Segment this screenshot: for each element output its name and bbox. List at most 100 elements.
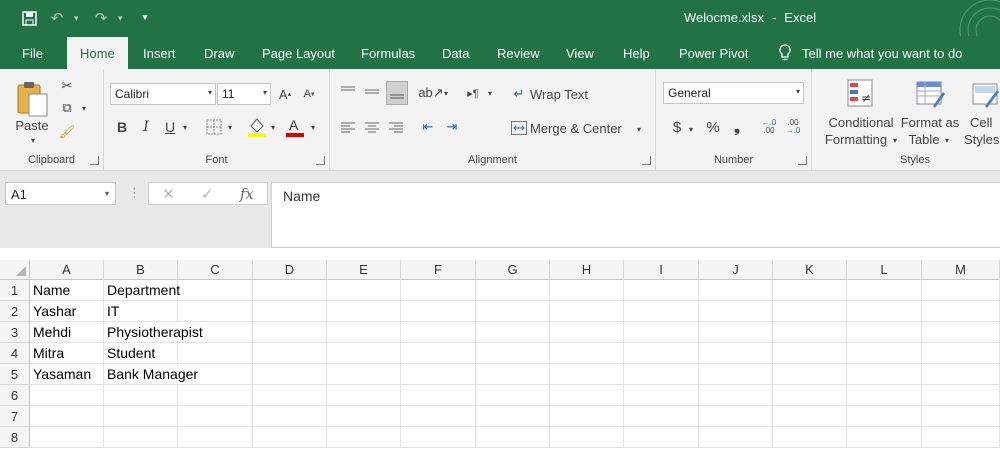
empty-cell[interactable]	[401, 280, 476, 301]
empty-cell[interactable]	[253, 322, 327, 343]
merge-center-button[interactable]: Merge & Center	[530, 119, 622, 137]
empty-cell[interactable]	[699, 364, 773, 385]
empty-cell[interactable]	[922, 322, 1000, 343]
column-header-a[interactable]: A	[30, 260, 104, 280]
empty-cell[interactable]	[699, 343, 773, 364]
tab-view[interactable]: View	[566, 46, 594, 61]
empty-cell[interactable]	[178, 385, 253, 406]
paste-icon[interactable]	[12, 77, 52, 121]
empty-cell[interactable]	[550, 385, 624, 406]
empty-cell[interactable]	[847, 364, 922, 385]
top-align-icon[interactable]	[338, 81, 358, 101]
empty-cell[interactable]	[699, 301, 773, 322]
cell-b2[interactable]: IT	[104, 301, 178, 322]
copy-dropdown-icon[interactable]: ▾	[80, 101, 88, 115]
cell-a7[interactable]	[30, 406, 104, 427]
empty-cell[interactable]	[253, 427, 327, 448]
conditional-formatting-dropdown-icon[interactable]: ▾	[891, 135, 899, 145]
cell-styles-line2[interactable]: Styles	[964, 132, 1000, 147]
tab-review[interactable]: Review	[497, 46, 540, 61]
column-header-l[interactable]: L	[847, 260, 922, 280]
empty-cell[interactable]	[476, 322, 550, 343]
increase-decimal-button[interactable]: ←.0.00	[758, 117, 780, 137]
align-center-icon[interactable]	[362, 117, 382, 137]
tab-data[interactable]: Data	[442, 46, 469, 61]
paste-button-label[interactable]: Paste	[14, 117, 50, 133]
number-format-dropdown-icon[interactable]: ▾	[796, 87, 800, 96]
empty-cell[interactable]	[922, 343, 1000, 364]
empty-cell[interactable]	[773, 301, 847, 322]
name-box[interactable]: A1 ▾	[5, 182, 116, 205]
save-icon[interactable]	[18, 8, 40, 28]
formula-input[interactable]: Name	[271, 182, 1000, 248]
row-header[interactable]: 8	[0, 427, 30, 448]
orientation-dropdown-icon[interactable]: ▾	[442, 87, 450, 99]
format-as-table-dropdown-icon[interactable]: ▾	[943, 135, 951, 145]
empty-cell[interactable]	[773, 427, 847, 448]
empty-cell[interactable]	[773, 280, 847, 301]
number-format-box[interactable]: General ▾	[663, 82, 804, 104]
empty-cell[interactable]	[624, 385, 699, 406]
column-header-c[interactable]: C	[178, 260, 253, 280]
empty-cell[interactable]	[476, 364, 550, 385]
font-launcher-icon[interactable]	[316, 156, 325, 165]
font-color-icon[interactable]: A	[284, 115, 306, 139]
empty-cell[interactable]	[327, 322, 401, 343]
format-as-table-icon[interactable]	[913, 77, 947, 109]
cell-a4[interactable]: Mitra	[30, 343, 104, 364]
empty-cell[interactable]	[476, 343, 550, 364]
currency-button[interactable]: $	[668, 117, 686, 137]
empty-cell[interactable]	[624, 301, 699, 322]
empty-cell[interactable]	[847, 322, 922, 343]
underline-dropdown-icon[interactable]: ▾	[181, 121, 189, 133]
bold-button[interactable]: B	[112, 117, 132, 137]
cell-a8[interactable]	[30, 427, 104, 448]
empty-cell[interactable]	[401, 364, 476, 385]
format-painter-icon[interactable]: 🖌	[58, 123, 76, 141]
cell-a1[interactable]: Name	[30, 280, 104, 301]
increase-indent-icon[interactable]: ⇥	[442, 117, 462, 137]
empty-cell[interactable]	[253, 364, 327, 385]
empty-cell[interactable]	[327, 385, 401, 406]
column-header-f[interactable]: F	[401, 260, 476, 280]
empty-cell[interactable]	[178, 406, 253, 427]
empty-cell[interactable]	[922, 385, 1000, 406]
empty-cell[interactable]	[847, 301, 922, 322]
empty-cell[interactable]	[699, 385, 773, 406]
empty-cell[interactable]	[327, 343, 401, 364]
empty-cell[interactable]	[773, 322, 847, 343]
bottom-align-icon[interactable]	[386, 81, 408, 105]
cell-b8[interactable]	[104, 427, 178, 448]
font-name-dropdown-icon[interactable]: ▾	[208, 88, 212, 97]
empty-cell[interactable]	[699, 280, 773, 301]
empty-cell[interactable]	[327, 406, 401, 427]
empty-cell[interactable]	[401, 406, 476, 427]
cell-a6[interactable]	[30, 385, 104, 406]
empty-cell[interactable]	[699, 406, 773, 427]
cell-b5[interactable]: Bank Manager	[104, 364, 198, 385]
select-all-button[interactable]	[0, 260, 30, 280]
name-box-dropdown-icon[interactable]: ▾	[105, 189, 109, 198]
empty-cell[interactable]	[253, 385, 327, 406]
undo-icon[interactable]: ↶	[46, 8, 68, 28]
tab-help[interactable]: Help	[623, 46, 650, 61]
text-direction-dropdown-icon[interactable]: ▾	[486, 87, 494, 99]
empty-cell[interactable]	[178, 322, 253, 343]
orientation-icon[interactable]: ab↗	[418, 83, 443, 103]
column-header-d[interactable]: D	[253, 260, 327, 280]
alignment-launcher-icon[interactable]	[642, 156, 651, 165]
text-direction-icon[interactable]: ▸¶	[462, 83, 484, 103]
tell-me-box[interactable]: Tell me what you want to do	[778, 44, 962, 62]
empty-cell[interactable]	[401, 343, 476, 364]
conditional-formatting-line2[interactable]: Formatting	[822, 132, 890, 147]
column-header-g[interactable]: G	[476, 260, 550, 280]
empty-cell[interactable]	[624, 322, 699, 343]
wrap-text-button[interactable]: Wrap Text	[530, 85, 588, 103]
empty-cell[interactable]	[253, 301, 327, 322]
cell-styles-line1[interactable]: Cell	[970, 115, 1000, 130]
empty-cell[interactable]	[178, 301, 253, 322]
empty-cell[interactable]	[847, 343, 922, 364]
wrap-text-icon[interactable]: ↵	[510, 85, 528, 103]
empty-cell[interactable]	[847, 427, 922, 448]
conditional-formatting-line1[interactable]: Conditional	[826, 115, 896, 130]
